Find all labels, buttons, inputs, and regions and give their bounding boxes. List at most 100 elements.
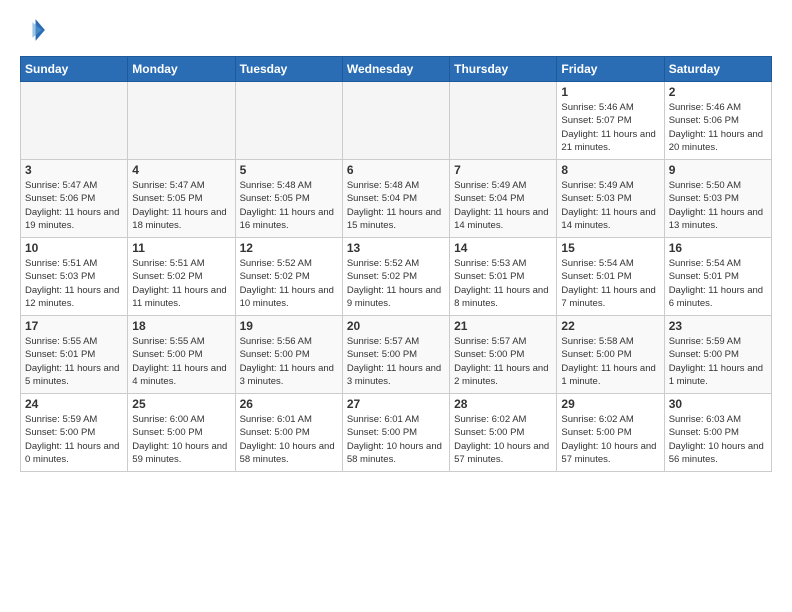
day-number: 29 <box>561 397 659 411</box>
day-info: Sunrise: 6:03 AMSunset: 5:00 PMDaylight:… <box>669 413 767 466</box>
logo <box>20 16 52 44</box>
calendar-day-cell <box>21 82 128 160</box>
day-info: Sunrise: 5:57 AMSunset: 5:00 PMDaylight:… <box>347 335 445 388</box>
calendar-day-cell: 21Sunrise: 5:57 AMSunset: 5:00 PMDayligh… <box>450 316 557 394</box>
day-info: Sunrise: 5:49 AMSunset: 5:03 PMDaylight:… <box>561 179 659 232</box>
weekday-header: Tuesday <box>235 57 342 82</box>
calendar-day-cell: 18 Sunrise: 5:55 AMSunset: 5:00 PMDayligh… <box>128 316 235 394</box>
day-info: Sunrise: 6:02 AMSunset: 5:00 PMDaylight:… <box>454 413 552 466</box>
calendar-day-cell: 7 Sunrise: 5:49 AMSunset: 5:04 PMDaylight… <box>450 160 557 238</box>
weekday-header: Wednesday <box>342 57 449 82</box>
calendar-day-cell: 27 Sunrise: 6:01 AMSunset: 5:00 PMDayligh… <box>342 394 449 472</box>
day-info: Sunrise: 6:02 AMSunset: 5:00 PMDaylight:… <box>561 413 659 466</box>
day-number: 18 <box>132 319 230 333</box>
day-info: Sunrise: 5:46 AMSunset: 5:06 PMDaylight:… <box>669 101 767 154</box>
day-info: Sunrise: 6:01 AMSunset: 5:00 PMDaylight:… <box>347 413 445 466</box>
calendar-day-cell: 17 Sunrise: 5:55 AMSunset: 5:01 PMDayligh… <box>21 316 128 394</box>
calendar-day-cell: 2 Sunrise: 5:46 AMSunset: 5:06 PMDaylight… <box>664 82 771 160</box>
day-number: 9 <box>669 163 767 177</box>
weekday-header: Sunday <box>21 57 128 82</box>
day-number: 17 <box>25 319 123 333</box>
day-info: Sunrise: 5:51 AMSunset: 5:02 PMDaylight:… <box>132 257 230 310</box>
day-number: 13 <box>347 241 445 255</box>
calendar-header-row: SundayMondayTuesdayWednesdayThursdayFrid… <box>21 57 772 82</box>
day-number: 4 <box>132 163 230 177</box>
calendar-day-cell: 26 Sunrise: 6:01 AMSunset: 5:00 PMDayligh… <box>235 394 342 472</box>
calendar-day-cell: 22 Sunrise: 5:58 AMSunset: 5:00 PMDayligh… <box>557 316 664 394</box>
calendar-day-cell: 19 Sunrise: 5:56 AMSunset: 5:00 PMDayligh… <box>235 316 342 394</box>
day-info: Sunrise: 5:46 AMSunset: 5:07 PMDaylight:… <box>561 101 659 154</box>
calendar-day-cell: 13 Sunrise: 5:52 AMSunset: 5:02 PMDayligh… <box>342 238 449 316</box>
day-number: 14 <box>454 241 552 255</box>
day-number: 11 <box>132 241 230 255</box>
day-info: Sunrise: 5:56 AMSunset: 5:00 PMDaylight:… <box>240 335 338 388</box>
calendar-day-cell: 12 Sunrise: 5:52 AMSunset: 5:02 PMDayligh… <box>235 238 342 316</box>
calendar-day-cell: 30Sunrise: 6:03 AMSunset: 5:00 PMDayligh… <box>664 394 771 472</box>
calendar-day-cell: 6 Sunrise: 5:48 AMSunset: 5:04 PMDaylight… <box>342 160 449 238</box>
calendar-week-row: 24 Sunrise: 5:59 AMSunset: 5:00 PMDayligh… <box>21 394 772 472</box>
header <box>20 16 772 44</box>
calendar-table: SundayMondayTuesdayWednesdayThursdayFrid… <box>20 56 772 472</box>
calendar-day-cell: 24 Sunrise: 5:59 AMSunset: 5:00 PMDayligh… <box>21 394 128 472</box>
day-info: Sunrise: 5:52 AMSunset: 5:02 PMDaylight:… <box>240 257 338 310</box>
day-number: 26 <box>240 397 338 411</box>
day-number: 12 <box>240 241 338 255</box>
day-info: Sunrise: 5:54 AMSunset: 5:01 PMDaylight:… <box>561 257 659 310</box>
day-number: 20 <box>347 319 445 333</box>
calendar-day-cell: 28Sunrise: 6:02 AMSunset: 5:00 PMDayligh… <box>450 394 557 472</box>
day-number: 8 <box>561 163 659 177</box>
day-info: Sunrise: 5:48 AMSunset: 5:04 PMDaylight:… <box>347 179 445 232</box>
day-number: 23 <box>669 319 767 333</box>
weekday-header: Friday <box>557 57 664 82</box>
day-info: Sunrise: 5:52 AMSunset: 5:02 PMDaylight:… <box>347 257 445 310</box>
day-number: 25 <box>132 397 230 411</box>
day-info: Sunrise: 5:59 AMSunset: 5:00 PMDaylight:… <box>25 413 123 466</box>
day-info: Sunrise: 5:50 AMSunset: 5:03 PMDaylight:… <box>669 179 767 232</box>
calendar-day-cell: 14Sunrise: 5:53 AMSunset: 5:01 PMDayligh… <box>450 238 557 316</box>
day-info: Sunrise: 5:55 AMSunset: 5:01 PMDaylight:… <box>25 335 123 388</box>
day-info: Sunrise: 5:54 AMSunset: 5:01 PMDaylight:… <box>669 257 767 310</box>
calendar-day-cell <box>128 82 235 160</box>
day-number: 7 <box>454 163 552 177</box>
day-number: 15 <box>561 241 659 255</box>
day-info: Sunrise: 5:59 AMSunset: 5:00 PMDaylight:… <box>669 335 767 388</box>
day-info: Sunrise: 5:51 AMSunset: 5:03 PMDaylight:… <box>25 257 123 310</box>
day-info: Sunrise: 6:01 AMSunset: 5:00 PMDaylight:… <box>240 413 338 466</box>
calendar-week-row: 1Sunrise: 5:46 AMSunset: 5:07 PMDaylight… <box>21 82 772 160</box>
day-info: Sunrise: 5:55 AMSunset: 5:00 PMDaylight:… <box>132 335 230 388</box>
calendar-week-row: 10 Sunrise: 5:51 AMSunset: 5:03 PMDayligh… <box>21 238 772 316</box>
calendar-day-cell: 20 Sunrise: 5:57 AMSunset: 5:00 PMDayligh… <box>342 316 449 394</box>
day-info: Sunrise: 5:49 AMSunset: 5:04 PMDaylight:… <box>454 179 552 232</box>
day-number: 5 <box>240 163 338 177</box>
day-number: 16 <box>669 241 767 255</box>
calendar-day-cell: 4 Sunrise: 5:47 AMSunset: 5:05 PMDaylight… <box>128 160 235 238</box>
weekday-header: Thursday <box>450 57 557 82</box>
calendar-day-cell <box>342 82 449 160</box>
calendar-day-cell <box>235 82 342 160</box>
calendar-day-cell: 23 Sunrise: 5:59 AMSunset: 5:00 PMDayligh… <box>664 316 771 394</box>
calendar-day-cell: 29 Sunrise: 6:02 AMSunset: 5:00 PMDayligh… <box>557 394 664 472</box>
day-number: 22 <box>561 319 659 333</box>
calendar-day-cell: 1Sunrise: 5:46 AMSunset: 5:07 PMDaylight… <box>557 82 664 160</box>
day-number: 10 <box>25 241 123 255</box>
calendar-day-cell: 9 Sunrise: 5:50 AMSunset: 5:03 PMDaylight… <box>664 160 771 238</box>
calendar-day-cell: 3 Sunrise: 5:47 AMSunset: 5:06 PMDaylight… <box>21 160 128 238</box>
day-number: 3 <box>25 163 123 177</box>
calendar-day-cell: 16 Sunrise: 5:54 AMSunset: 5:01 PMDayligh… <box>664 238 771 316</box>
calendar-week-row: 3 Sunrise: 5:47 AMSunset: 5:06 PMDaylight… <box>21 160 772 238</box>
calendar-day-cell <box>450 82 557 160</box>
day-info: Sunrise: 5:47 AMSunset: 5:05 PMDaylight:… <box>132 179 230 232</box>
day-number: 19 <box>240 319 338 333</box>
day-number: 27 <box>347 397 445 411</box>
day-number: 24 <box>25 397 123 411</box>
day-info: Sunrise: 5:58 AMSunset: 5:00 PMDaylight:… <box>561 335 659 388</box>
calendar-day-cell: 10 Sunrise: 5:51 AMSunset: 5:03 PMDayligh… <box>21 238 128 316</box>
day-info: Sunrise: 5:57 AMSunset: 5:00 PMDaylight:… <box>454 335 552 388</box>
calendar-week-row: 17 Sunrise: 5:55 AMSunset: 5:01 PMDayligh… <box>21 316 772 394</box>
calendar-day-cell: 8 Sunrise: 5:49 AMSunset: 5:03 PMDaylight… <box>557 160 664 238</box>
day-number: 6 <box>347 163 445 177</box>
calendar-day-cell: 5Sunrise: 5:48 AMSunset: 5:05 PMDaylight… <box>235 160 342 238</box>
day-info: Sunrise: 5:47 AMSunset: 5:06 PMDaylight:… <box>25 179 123 232</box>
day-number: 2 <box>669 85 767 99</box>
calendar-day-cell: 25Sunrise: 6:00 AMSunset: 5:00 PMDayligh… <box>128 394 235 472</box>
